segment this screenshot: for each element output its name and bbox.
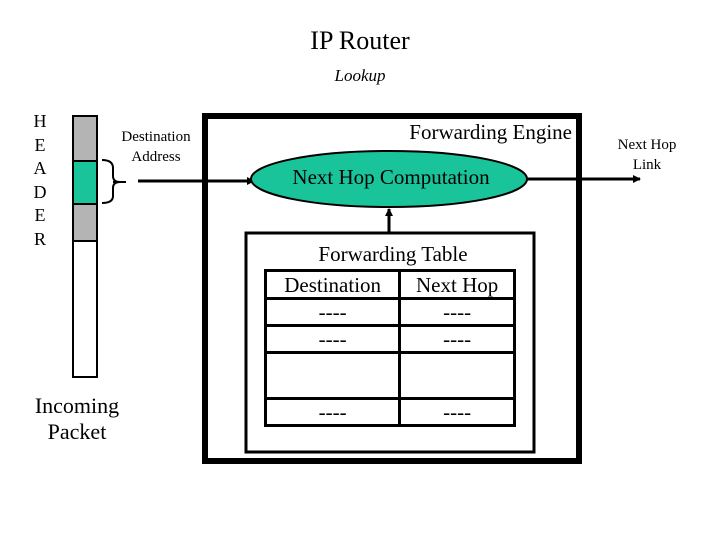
- cell-next-hop: [398, 351, 516, 400]
- next-hop-link-label: Next Hop Link: [600, 135, 694, 175]
- packet-header-segment-top: [72, 115, 98, 162]
- page-subtitle: Lookup: [334, 66, 386, 85]
- column-header-next-hop: Next Hop: [398, 269, 516, 300]
- header-letter: E: [34, 134, 46, 155]
- page-title: IP Router: [310, 26, 410, 55]
- cell-destination: [263, 351, 402, 400]
- destination-address-label: Destination Address: [108, 127, 204, 167]
- destination-address-line2: Address: [131, 149, 181, 165]
- cell-destination: ----: [263, 297, 402, 327]
- cell-next-hop: ----: [398, 324, 516, 354]
- table-header-row: Destination Next Hop: [263, 269, 516, 300]
- cell-destination: ----: [263, 397, 402, 427]
- packet-destination-segment: [72, 160, 98, 205]
- header-letter: R: [33, 228, 46, 249]
- incoming-packet-label-line2: Packet: [47, 419, 107, 444]
- next-hop-computation-label: Next Hop Computation: [292, 165, 490, 189]
- incoming-packet-label-line1: Incoming: [34, 393, 120, 418]
- forwarding-table-title: Forwarding Table: [318, 242, 468, 266]
- next-hop-link-line2: Link: [632, 157, 662, 173]
- cell-next-hop: ----: [398, 297, 516, 327]
- destination-address-line1: Destination: [121, 129, 191, 145]
- next-hop-link-line1: Next Hop: [617, 137, 677, 153]
- header-letters: H E A D E R: [28, 110, 52, 251]
- table-row: ---- ----: [263, 324, 516, 354]
- table-row: [263, 351, 516, 400]
- header-letter: E: [34, 205, 46, 225]
- packet-payload-segment: [72, 240, 98, 378]
- incoming-packet-label: Incoming Packet: [18, 393, 136, 445]
- table-row: ---- ----: [263, 297, 516, 327]
- column-header-destination: Destination: [263, 269, 402, 300]
- forwarding-table: Destination Next Hop ---- ---- ---- ----…: [263, 269, 516, 427]
- forwarding-engine-label: Forwarding Engine: [409, 120, 572, 144]
- incoming-packet: [72, 115, 98, 378]
- cell-next-hop: ----: [398, 397, 516, 427]
- header-letter: D: [33, 181, 47, 202]
- header-letter: H: [33, 111, 47, 131]
- header-letter: A: [33, 158, 47, 178]
- packet-header-segment-bottom: [72, 203, 98, 242]
- cell-destination: ----: [263, 324, 402, 354]
- table-row: ---- ----: [263, 397, 516, 427]
